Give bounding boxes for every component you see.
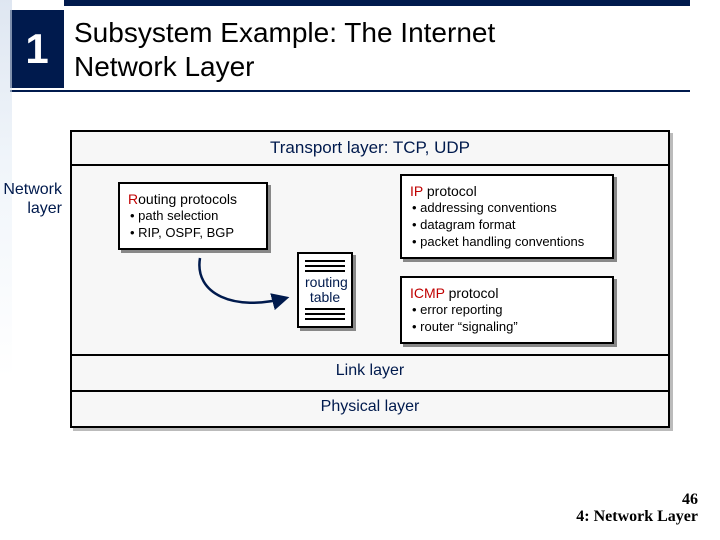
ip-items: addressing conventions datagram format p… xyxy=(410,200,604,251)
layer-stack: Transport layer: TCP, UDP Routing protoc… xyxy=(70,130,670,428)
layer-diagram: Network layer Transport layer: TCP, UDP … xyxy=(70,130,670,428)
footer: 46 4: Network Layer xyxy=(576,492,698,526)
icmp-header-accent: ICMP xyxy=(410,285,445,301)
network-layer-label: Network layer xyxy=(0,180,62,218)
routing-table: routing table xyxy=(282,252,368,328)
slide-title: Subsystem Example: The Internet Network … xyxy=(64,6,720,83)
routing-items: path selection RIP, OSPF, BGP xyxy=(128,208,258,242)
ip-item: addressing conventions xyxy=(412,200,604,217)
icmp-header-rest: protocol xyxy=(445,285,499,301)
side-gradient xyxy=(0,0,12,540)
slide-number: 1 xyxy=(10,10,64,88)
ip-header-rest: protocol xyxy=(423,183,477,199)
ip-protocol-box: IP protocol addressing conventions datag… xyxy=(400,174,614,259)
transport-layer: Transport layer: TCP, UDP xyxy=(72,132,668,166)
routing-item: RIP, OSPF, BGP xyxy=(130,225,258,242)
routing-header-accent: R xyxy=(128,191,138,207)
title-line-1: Subsystem Example: The Internet xyxy=(74,17,495,48)
icmp-header: ICMP protocol xyxy=(410,284,604,302)
ip-header: IP protocol xyxy=(410,182,604,200)
footer-page: 46 xyxy=(682,491,698,508)
routing-table-label: routing table xyxy=(305,275,345,306)
routing-header-rest: outing protocols xyxy=(138,191,237,207)
title-row: 1 Subsystem Example: The Internet Networ… xyxy=(0,6,720,88)
nl-label-2: layer xyxy=(27,200,62,217)
ip-item: packet handling conventions xyxy=(412,234,604,251)
routing-item: path selection xyxy=(130,208,258,225)
routing-table-icon: routing table xyxy=(297,252,353,328)
physical-layer: Physical layer xyxy=(72,392,668,426)
routing-protocols-box: Routing protocols path selection RIP, OS… xyxy=(118,182,268,250)
title-underline xyxy=(10,90,690,92)
icmp-item: error reporting xyxy=(412,302,604,319)
icmp-items: error reporting router “signaling” xyxy=(410,302,604,336)
ip-header-accent: IP xyxy=(410,183,423,199)
network-layer: Routing protocols path selection RIP, OS… xyxy=(72,166,668,356)
title-line-2: Network Layer xyxy=(74,51,255,82)
link-layer: Link layer xyxy=(72,356,668,392)
routing-header: Routing protocols xyxy=(128,190,258,208)
icmp-item: router “signaling” xyxy=(412,319,604,336)
icmp-protocol-box: ICMP protocol error reporting router “si… xyxy=(400,276,614,344)
footer-chapter: 4: Network Layer xyxy=(576,508,698,525)
nl-label-1: Network xyxy=(3,181,62,198)
ip-item: datagram format xyxy=(412,217,604,234)
